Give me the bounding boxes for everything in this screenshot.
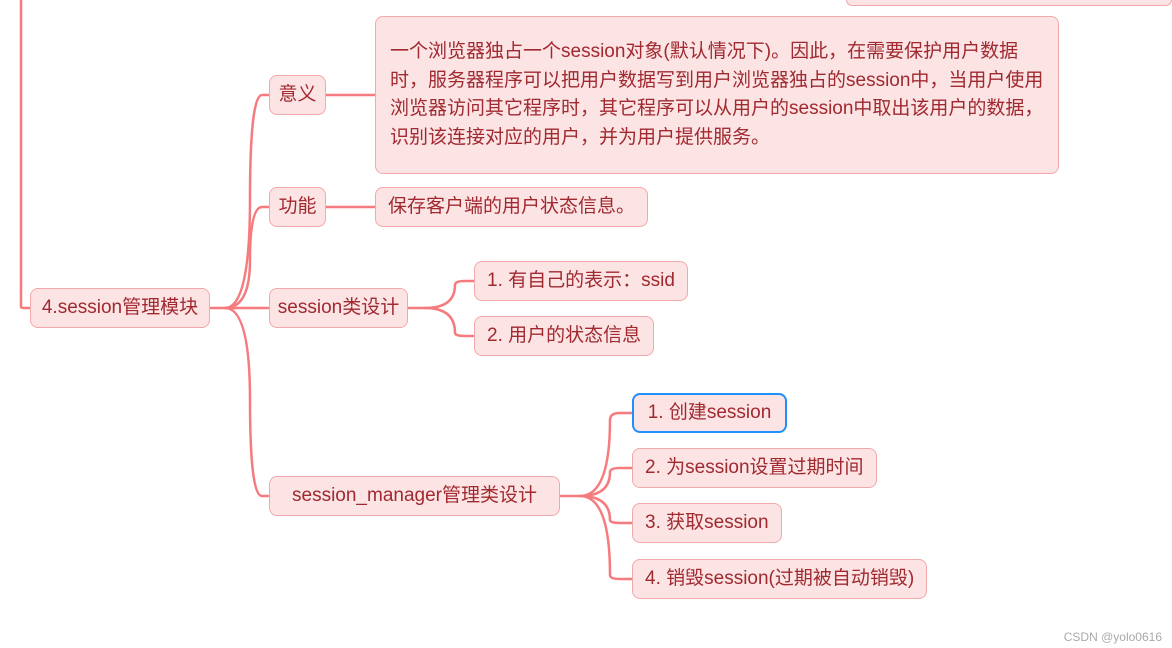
manager-item-2[interactable]: 2. 为session设置过期时间 [632,448,877,488]
node-manager-design[interactable]: session_manager管理类设计 [269,476,560,516]
meaning-text[interactable]: 一个浏览器独占一个session对象(默认情况下)。因此，在需要保护用户数据时，… [375,16,1059,174]
manager-item-1[interactable]: 1. 创建session [632,393,787,433]
manager-item-3[interactable]: 3. 获取session [632,503,782,543]
node-meaning[interactable]: 意义 [269,75,326,115]
offscreen-stub-a [846,0,1172,6]
root-node[interactable]: 4.session管理模块 [30,288,210,328]
watermark: CSDN @yolo0616 [1064,630,1162,644]
manager-item-4[interactable]: 4. 销毁session(过期被自动销毁) [632,559,927,599]
class-item-1[interactable]: 1. 有自己的表示：ssid [474,261,688,301]
class-item-2[interactable]: 2. 用户的状态信息 [474,316,654,356]
node-class-design[interactable]: session类设计 [269,288,408,328]
function-text[interactable]: 保存客户端的用户状态信息。 [375,187,648,227]
node-function[interactable]: 功能 [269,187,326,227]
